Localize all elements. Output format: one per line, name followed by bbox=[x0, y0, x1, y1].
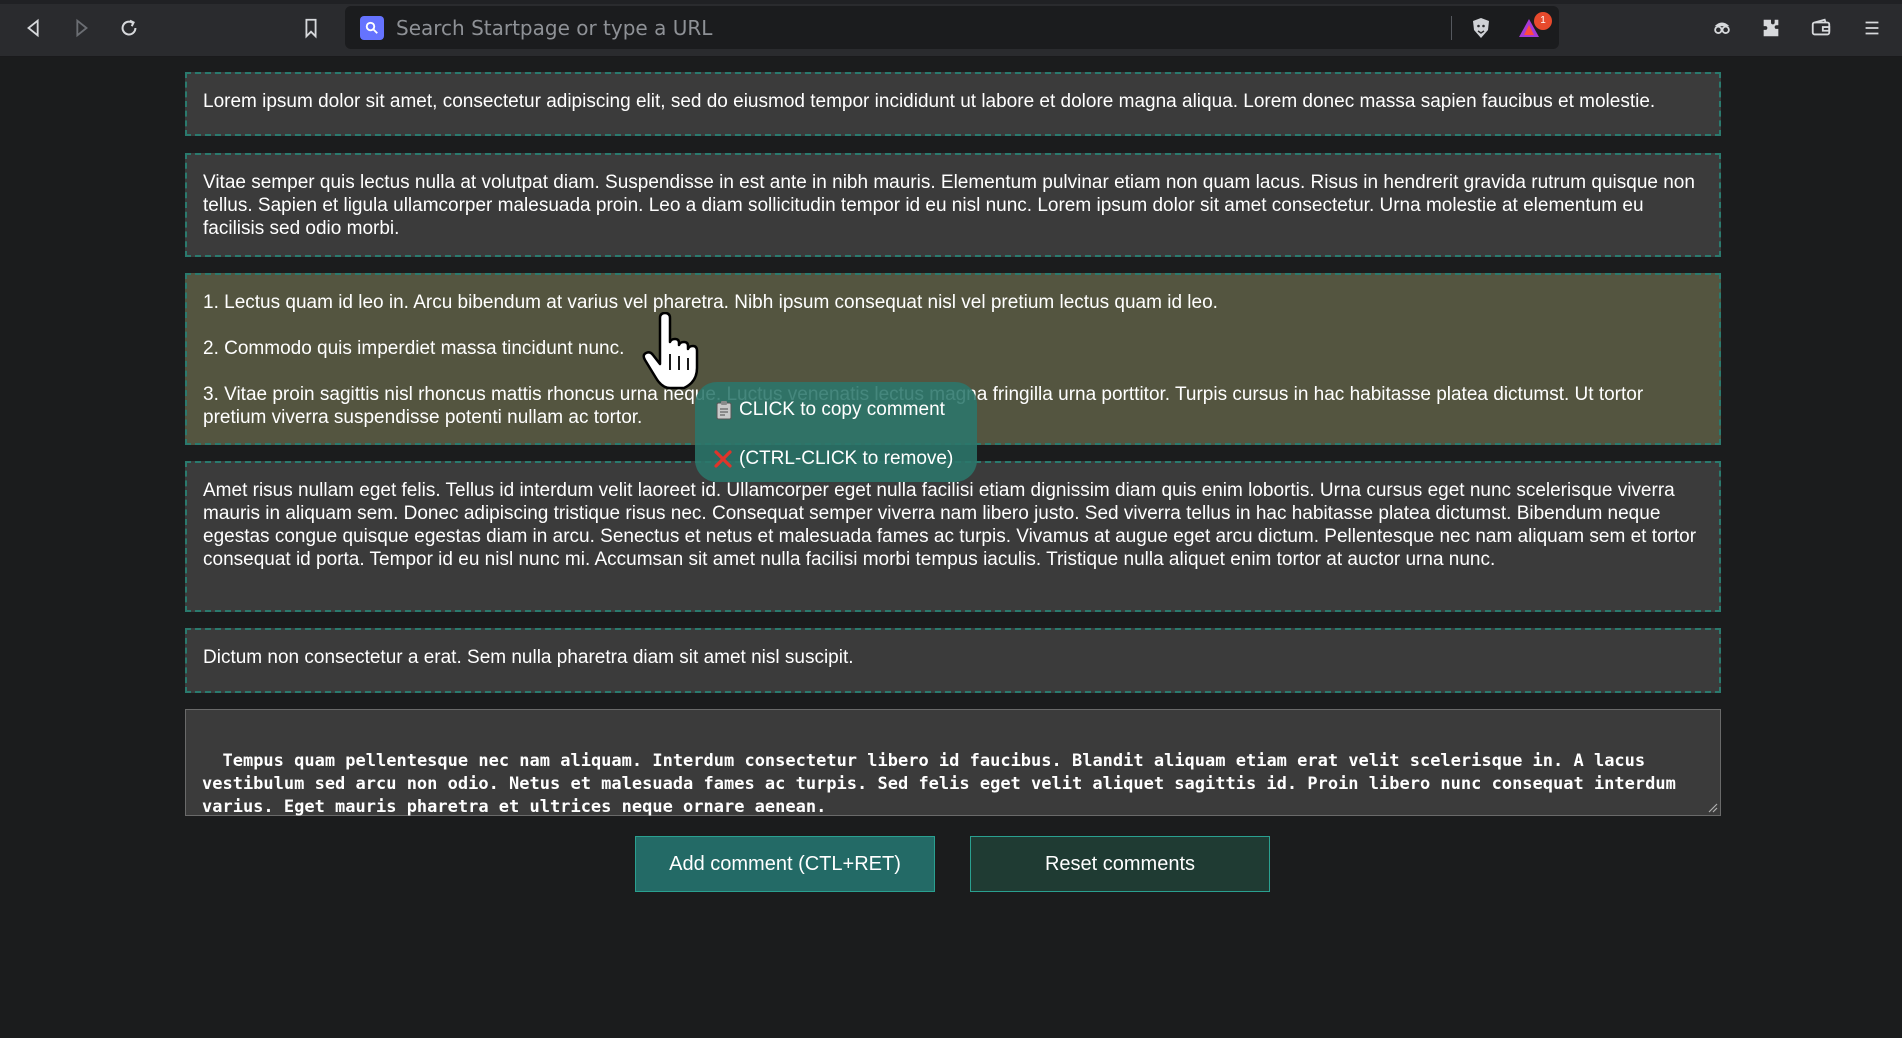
clipboard-icon bbox=[716, 401, 732, 420]
tooltip-copy-row: CLICK to copy comment bbox=[715, 399, 945, 421]
comment-text: Amet risus nullam eget felis. Tellus id … bbox=[203, 480, 1697, 570]
menu-icon[interactable] bbox=[1856, 12, 1888, 44]
back-icon[interactable] bbox=[18, 12, 50, 44]
add-comment-button[interactable]: Add comment (CTL+RET) bbox=[635, 836, 935, 892]
textarea-value: Tempus quam pellentesque nec nam aliquam… bbox=[202, 751, 1687, 817]
comment-card[interactable]: Dictum non consectetur a erat. Sem nulla… bbox=[185, 628, 1721, 693]
reset-comments-button[interactable]: Reset comments bbox=[970, 836, 1270, 892]
address-bar-divider bbox=[1451, 16, 1452, 40]
wallet-icon[interactable] bbox=[1805, 12, 1837, 44]
comment-card[interactable]: Vitae semper quis lectus nulla at volutp… bbox=[185, 153, 1721, 257]
hand-pointer-cursor-icon bbox=[642, 312, 699, 390]
resize-grip-icon[interactable] bbox=[1706, 801, 1718, 813]
startpage-search-icon bbox=[360, 16, 384, 40]
tooltip-copy-label: CLICK to copy comment bbox=[739, 399, 945, 420]
tooltip-remove-label: (CTRL-CLICK to remove) bbox=[739, 448, 954, 469]
comment-list-item: 1. Lectus quam id leo in. Arcu bibendum … bbox=[203, 292, 1218, 313]
reload-icon[interactable] bbox=[113, 12, 145, 44]
comment-list-item: 2. Commodo quis imperdiet massa tincidun… bbox=[203, 338, 625, 359]
comment-card[interactable]: Lorem ipsum dolor sit amet, consectetur … bbox=[185, 72, 1721, 136]
address-bar[interactable]: Search Startpage or type a URL bbox=[345, 6, 1559, 49]
tor-private-icon[interactable] bbox=[1706, 12, 1738, 44]
rewards-notification-badge: 1 bbox=[1534, 12, 1552, 30]
forward-icon[interactable] bbox=[65, 12, 97, 44]
url-placeholder[interactable]: Search Startpage or type a URL bbox=[396, 16, 712, 40]
tooltip-remove-row: (CTRL-CLICK to remove) bbox=[713, 448, 953, 470]
comment-text: Vitae semper quis lectus nulla at volutp… bbox=[203, 172, 1695, 239]
new-comment-textarea[interactable]: Tempus quam pellentesque nec nam aliquam… bbox=[185, 709, 1721, 817]
brave-shields-icon[interactable] bbox=[1468, 15, 1494, 41]
comment-text: Dictum non consectetur a erat. Sem nulla… bbox=[203, 647, 854, 668]
browser-toolbar: Search Startpage or type a URL 1 bbox=[0, 0, 1902, 57]
comment-action-tooltip: CLICK to copy comment (CTRL-CLICK to rem… bbox=[695, 382, 977, 482]
extensions-icon[interactable] bbox=[1755, 12, 1787, 44]
comment-card[interactable]: Amet risus nullam eget felis. Tellus id … bbox=[185, 461, 1721, 612]
comment-text: Lorem ipsum dolor sit amet, consectetur … bbox=[203, 91, 1656, 112]
tab-strip bbox=[0, 0, 1902, 4]
remove-x-icon bbox=[714, 450, 732, 468]
bookmark-icon[interactable] bbox=[295, 12, 327, 44]
